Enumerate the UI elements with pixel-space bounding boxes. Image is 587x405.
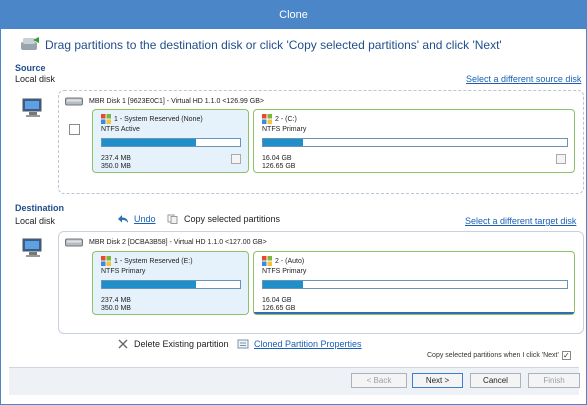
destination-disk-name: MBR Disk 2 [DCBA3B58] - Virtual HD 1.1.0… xyxy=(89,239,267,246)
source-title: Source xyxy=(15,63,46,73)
partition-total: 350.0 MB xyxy=(101,163,131,170)
partition-type: NTFS Active xyxy=(101,126,140,133)
partition-total: 126.65 GB xyxy=(262,305,296,312)
partition-total: 126.65 GB xyxy=(262,163,296,170)
windows-logo-icon xyxy=(262,256,272,266)
partition-usage-bar xyxy=(262,280,568,289)
partition-usage-fill xyxy=(102,139,196,146)
partition-usage-fill xyxy=(263,139,303,146)
instruction-text: Drag partitions to the destination disk … xyxy=(19,35,502,55)
undo-arrow-icon xyxy=(118,215,128,223)
source-subtitle: Local disk xyxy=(15,74,56,84)
next-button[interactable]: Next > xyxy=(412,373,463,388)
destination-subtitle: Local disk xyxy=(15,216,56,226)
copy-on-next-checkbox[interactable]: ✓ xyxy=(561,351,571,360)
cancel-button[interactable]: Cancel xyxy=(470,373,521,388)
partition-selection-underline xyxy=(254,312,574,314)
window-title: Clone xyxy=(1,1,586,29)
source-partition-2[interactable]: 2 - (C:) NTFS Primary 16.04 GB 126.65 GB xyxy=(253,109,575,173)
partition-title: 2 - (C:) xyxy=(262,114,297,124)
delete-x-icon xyxy=(118,339,128,349)
partition-select-checkbox[interactable] xyxy=(231,154,241,164)
instruction-label: Drag partitions to the destination disk … xyxy=(45,38,502,52)
windows-logo-icon xyxy=(101,256,111,266)
partition-used: 16.04 GB xyxy=(262,297,292,304)
windows-logo-icon xyxy=(101,114,111,124)
destination-disk-label: MBR Disk 2 [DCBA3B58] - Virtual HD 1.1.0… xyxy=(65,238,267,247)
destination-partition-1[interactable]: 1 - System Reserved (E:) NTFS Primary 23… xyxy=(92,251,249,315)
partition-used: 16.04 GB xyxy=(262,155,292,162)
partition-title: 1 - System Reserved (None) xyxy=(101,114,203,124)
computer-icon xyxy=(22,238,42,257)
computer-icon xyxy=(22,98,42,117)
partition-used: 237.4 MB xyxy=(101,297,131,304)
partition-select-checkbox[interactable] xyxy=(556,154,566,164)
select-target-disk-link[interactable]: Select a different target disk xyxy=(465,216,576,226)
cloned-partition-properties-button[interactable]: Cloned Partition Properties xyxy=(237,339,362,349)
partition-usage-bar xyxy=(262,138,568,147)
source-disk-checkbox[interactable] xyxy=(69,124,80,135)
partition-type: NTFS Primary xyxy=(101,268,146,275)
partition-type: NTFS Primary xyxy=(262,126,307,133)
hard-disk-icon xyxy=(65,97,83,106)
delete-existing-partition-button[interactable]: Delete Existing partition xyxy=(117,339,229,349)
partition-used: 237.4 MB xyxy=(101,155,131,162)
partition-usage-bar xyxy=(101,138,241,147)
finish-button[interactable]: Finish xyxy=(528,373,580,388)
copy-selected-partitions-button[interactable]: Copy selected partitions xyxy=(167,214,280,224)
source-disk-name: MBR Disk 1 [9623E0C1] - Virtual HD 1.1.0… xyxy=(89,98,264,105)
copy-on-next-option[interactable]: Copy selected partitions when I click 'N… xyxy=(427,351,571,360)
partition-total: 350.0 MB xyxy=(101,305,131,312)
back-button[interactable]: < Back xyxy=(351,373,407,388)
partition-usage-fill xyxy=(263,281,303,288)
destination-title: Destination xyxy=(15,203,65,213)
partition-title: 1 - System Reserved (E:) xyxy=(101,256,193,266)
hard-disk-icon xyxy=(65,238,83,247)
partition-usage-bar xyxy=(101,280,241,289)
copy-icon xyxy=(167,214,178,224)
partition-type: NTFS Primary xyxy=(262,268,307,275)
source-partition-1[interactable]: 1 - System Reserved (None) NTFS Active 2… xyxy=(92,109,249,173)
undo-button[interactable]: Undo xyxy=(117,214,156,224)
select-source-disk-link[interactable]: Select a different source disk xyxy=(466,74,581,84)
clone-icon xyxy=(21,37,39,50)
properties-icon xyxy=(237,339,249,349)
partition-usage-fill xyxy=(102,281,196,288)
clone-window: Clone Drag partitions to the destination… xyxy=(0,0,587,405)
windows-logo-icon xyxy=(262,114,272,124)
partition-title: 2 - (Auto) xyxy=(262,256,304,266)
destination-partition-2[interactable]: 2 - (Auto) NTFS Primary 16.04 GB 126.65 … xyxy=(253,251,575,315)
source-disk-label: MBR Disk 1 [9623E0C1] - Virtual HD 1.1.0… xyxy=(65,97,264,106)
